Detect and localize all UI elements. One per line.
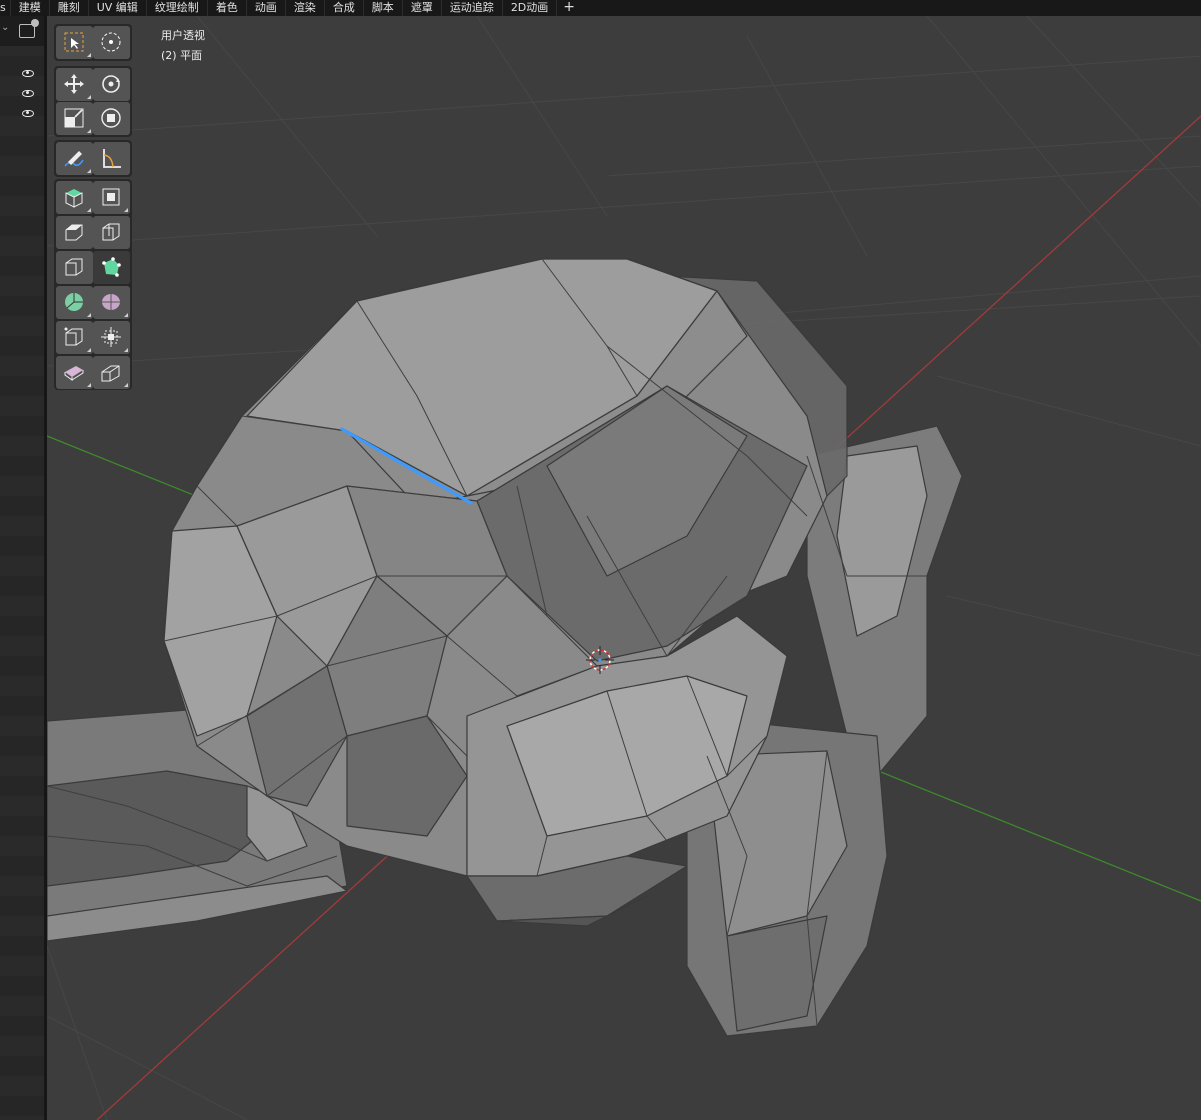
chevron-down-icon[interactable]: ⌄ [1,22,9,33]
tab-sculpting[interactable]: 雕刻 [50,0,89,16]
tool-options-indicator [87,53,91,57]
shear-tool[interactable] [93,356,130,389]
select-box-tool[interactable] [56,26,93,59]
cursor-icon [101,32,121,52]
shrink-fatten-tool[interactable] [56,356,93,389]
scale-icon [64,108,84,128]
viewport-scene [47,16,1201,1120]
tool-options-indicator [124,383,128,387]
spin-tool[interactable] [93,286,130,319]
annotate-tool[interactable] [56,142,93,175]
tool-options-indicator [124,208,128,212]
inset-faces-tool[interactable] [56,216,93,249]
shear-icon [101,365,120,382]
viewport-info: 用户透视 (2) 平面 [161,26,205,66]
tab-texture-paint[interactable]: 纹理绘制 [147,0,208,16]
shrink-fatten-icon [64,366,84,381]
rotate-icon [102,75,120,93]
workspace-tabs: s 建模 雕刻 UV 编辑 纹理绘制 着色 动画 渲染 合成 脚本 遮罩 运动追… [0,0,1201,16]
tool-options-indicator [124,348,128,352]
extrude-region-icon [102,188,120,206]
transform-icon [101,108,121,128]
tab-shading[interactable]: 着色 [208,0,247,16]
tab-rendering[interactable]: 渲染 [286,0,325,16]
tool-options-indicator [87,313,91,317]
new-collection-icon[interactable] [19,19,39,38]
tool-options-indicator [87,169,91,173]
tab-animation[interactable]: 动画 [247,0,286,16]
extrude-region-tool[interactable] [93,181,130,214]
tool-options-indicator [87,208,91,212]
toolbar-edit-group [54,179,132,390]
add-cube-tool[interactable] [56,181,93,214]
edge-slide-tool[interactable] [93,321,130,354]
spin-icon [102,294,120,310]
cursor-tool[interactable] [93,26,130,59]
select-box-icon [64,32,84,52]
outliner-header: ⌄ [0,16,44,46]
tab-compositing[interactable]: 合成 [325,0,364,16]
rotate-tool[interactable] [93,68,130,101]
smooth-icon [64,327,83,346]
loop-cut-tool[interactable] [56,251,93,284]
tool-options-indicator [87,95,91,99]
knife-icon [102,257,121,277]
transform-tool[interactable] [93,102,130,135]
tab-motion-tracking[interactable]: 运动追踪 [442,0,503,16]
3d-viewport[interactable]: 用户透视 (2) 平面 [47,16,1201,1120]
tool-options-indicator [87,383,91,387]
measure-icon [103,149,121,168]
toolbar-select-group [54,24,132,61]
add-workspace-button[interactable]: + [557,0,581,16]
tab-2d-animation[interactable]: 2D动画 [503,0,558,16]
smooth-tool[interactable] [56,321,93,354]
bevel-tool[interactable] [93,216,130,249]
edge-slide-icon [101,327,121,347]
tab-masking[interactable]: 遮罩 [403,0,442,16]
toolbar-annotate-group [54,140,132,177]
scale-tool[interactable] [56,102,93,135]
eye-icon[interactable] [22,90,34,97]
eye-icon[interactable] [22,70,34,77]
loop-cut-icon [65,258,83,276]
toolbar-transform-group [54,66,132,137]
mesh-object [47,258,963,1037]
add-cube-icon [65,189,83,208]
tool-options-indicator [87,348,91,352]
tab-scripting[interactable]: 脚本 [364,0,403,16]
tab-uv-editing[interactable]: UV 编辑 [89,0,147,16]
tab-partial[interactable]: s [0,0,11,16]
measure-tool[interactable] [93,142,130,175]
poly-build-icon [65,293,83,311]
object-label: (2) 平面 [161,49,203,62]
tool-options-indicator [124,313,128,317]
knife-tool[interactable] [93,251,130,284]
move-tool[interactable] [56,68,93,101]
view-name: 用户透视 [161,29,205,42]
move-icon [64,74,84,94]
inset-faces-icon [65,224,83,241]
annotate-icon [64,151,84,167]
outliner-panel: ⌄ [0,16,44,1120]
eye-icon[interactable] [22,110,34,117]
poly-build-tool[interactable] [56,286,93,319]
tab-modeling[interactable]: 建模 [11,0,50,16]
bevel-icon [102,223,120,241]
tool-options-indicator [87,129,91,133]
